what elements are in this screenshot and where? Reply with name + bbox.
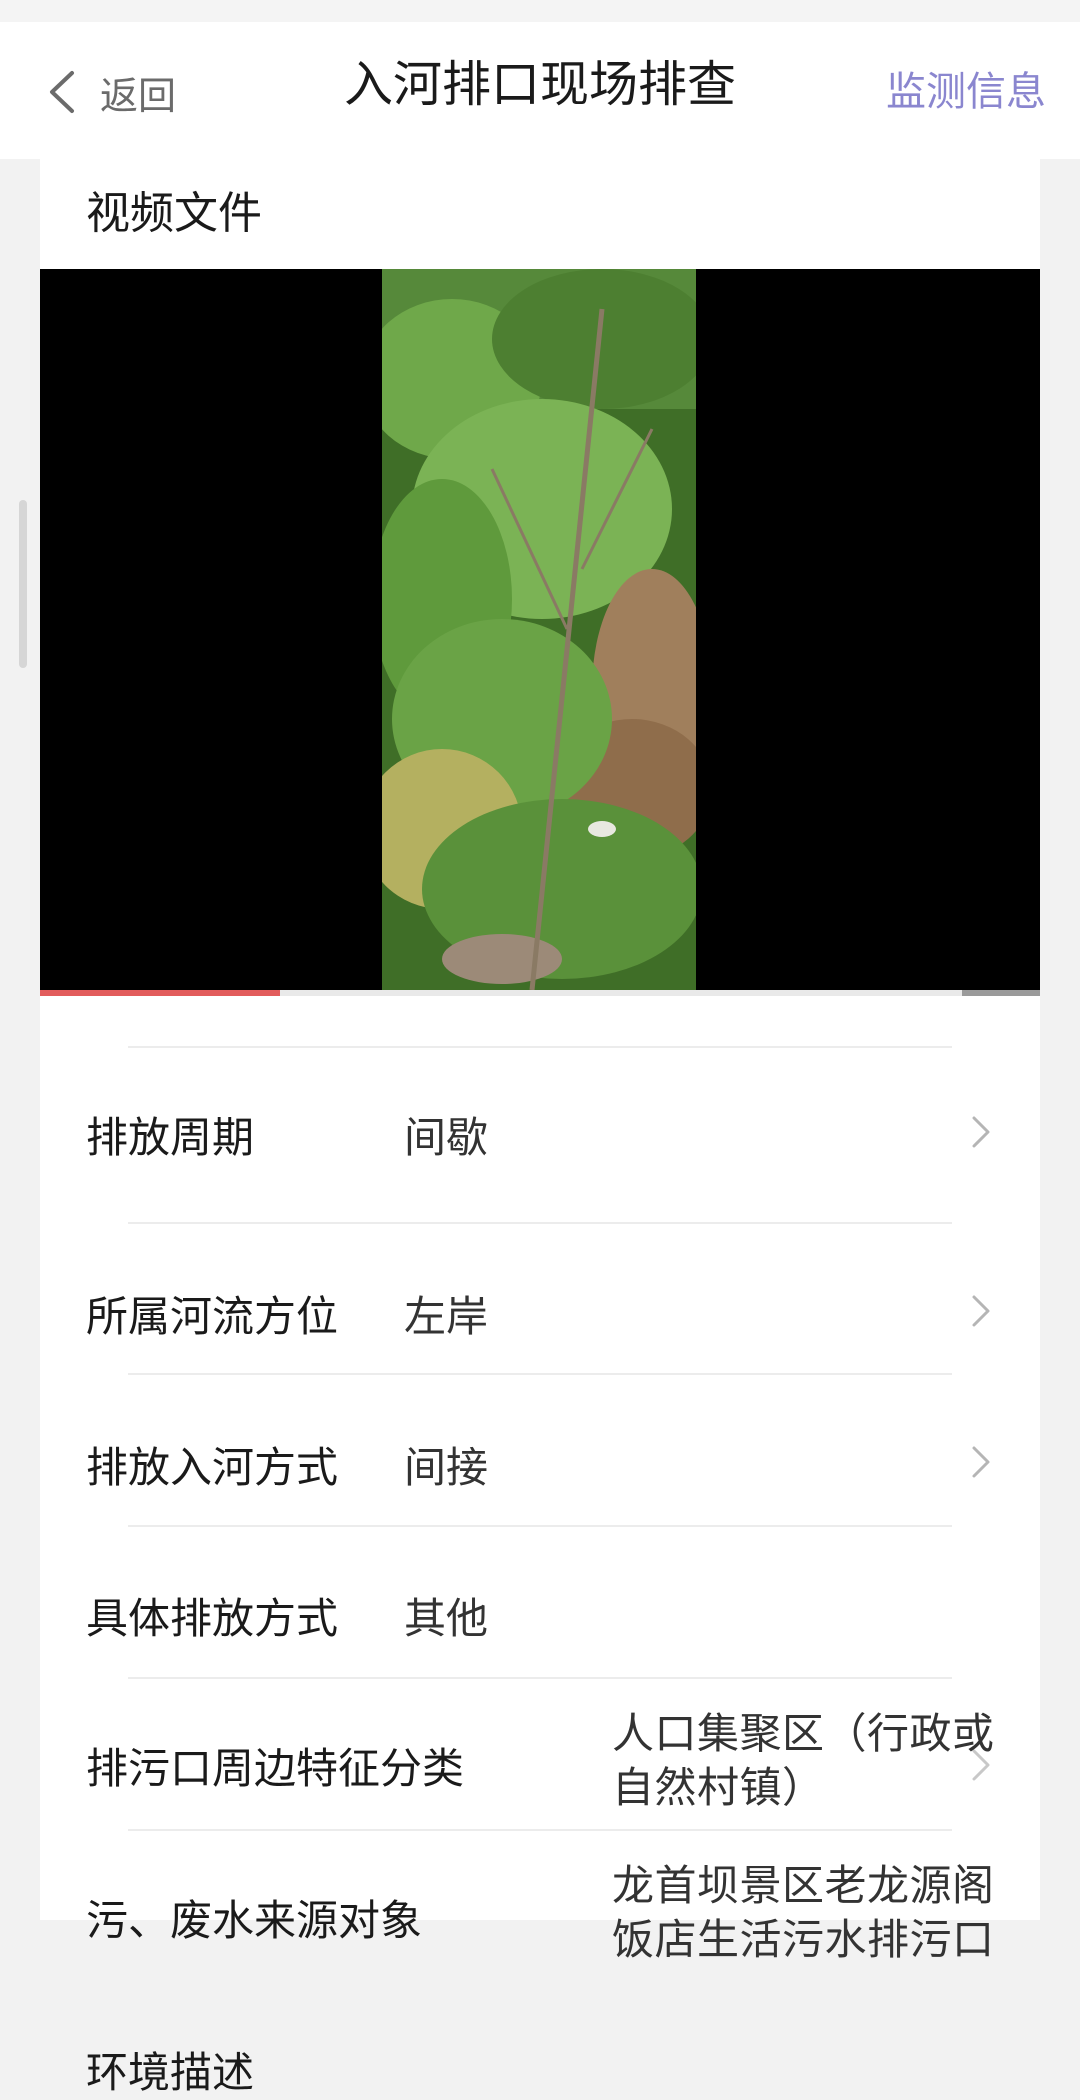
video-frame (382, 269, 696, 990)
back-label: 返回 (100, 73, 177, 118)
navigation-bar: 返回 入河排口现场排查 监测信息 (0, 22, 1080, 159)
field-row-discharge-method[interactable]: 排放入河方式 间接 (40, 1224, 1040, 1492)
video-section-title: 视频文件 (86, 188, 262, 239)
content-card: 视频文件 排放周期 间歇 所属河流方位 左岸 排放入河方式 间接 具体排放方式 … (40, 159, 1040, 2097)
row-divider (128, 1046, 952, 1048)
monitoring-info-link[interactable]: 监测信息 (886, 62, 1046, 122)
video-progress-buffer (962, 990, 1040, 996)
field-row-surrounding-class[interactable]: 排污口周边特征分类 人口集聚区（行政或自然村镇） (40, 1527, 1040, 1812)
back-button[interactable]: 返回 (44, 62, 176, 122)
video-player[interactable] (40, 269, 1040, 990)
field-row-source-object: 污、废水来源对象 龙首坝景区老龙源阁饭店生活污水排污口 (40, 1679, 1040, 1964)
field-row-environment: 环境描述 (40, 1831, 1040, 2097)
back-chevron-icon (50, 71, 74, 113)
scroll-indicator (19, 500, 27, 668)
field-row-river-position[interactable]: 所属河流方位 左岸 (40, 1049, 1040, 1341)
video-progress-bar[interactable] (40, 990, 1040, 996)
status-bar (0, 0, 1080, 22)
field-label: 环境描述 (86, 2048, 255, 2097)
field-row-specific-method: 具体排放方式 其他 (40, 1375, 1040, 1643)
video-progress-fill (40, 990, 280, 996)
